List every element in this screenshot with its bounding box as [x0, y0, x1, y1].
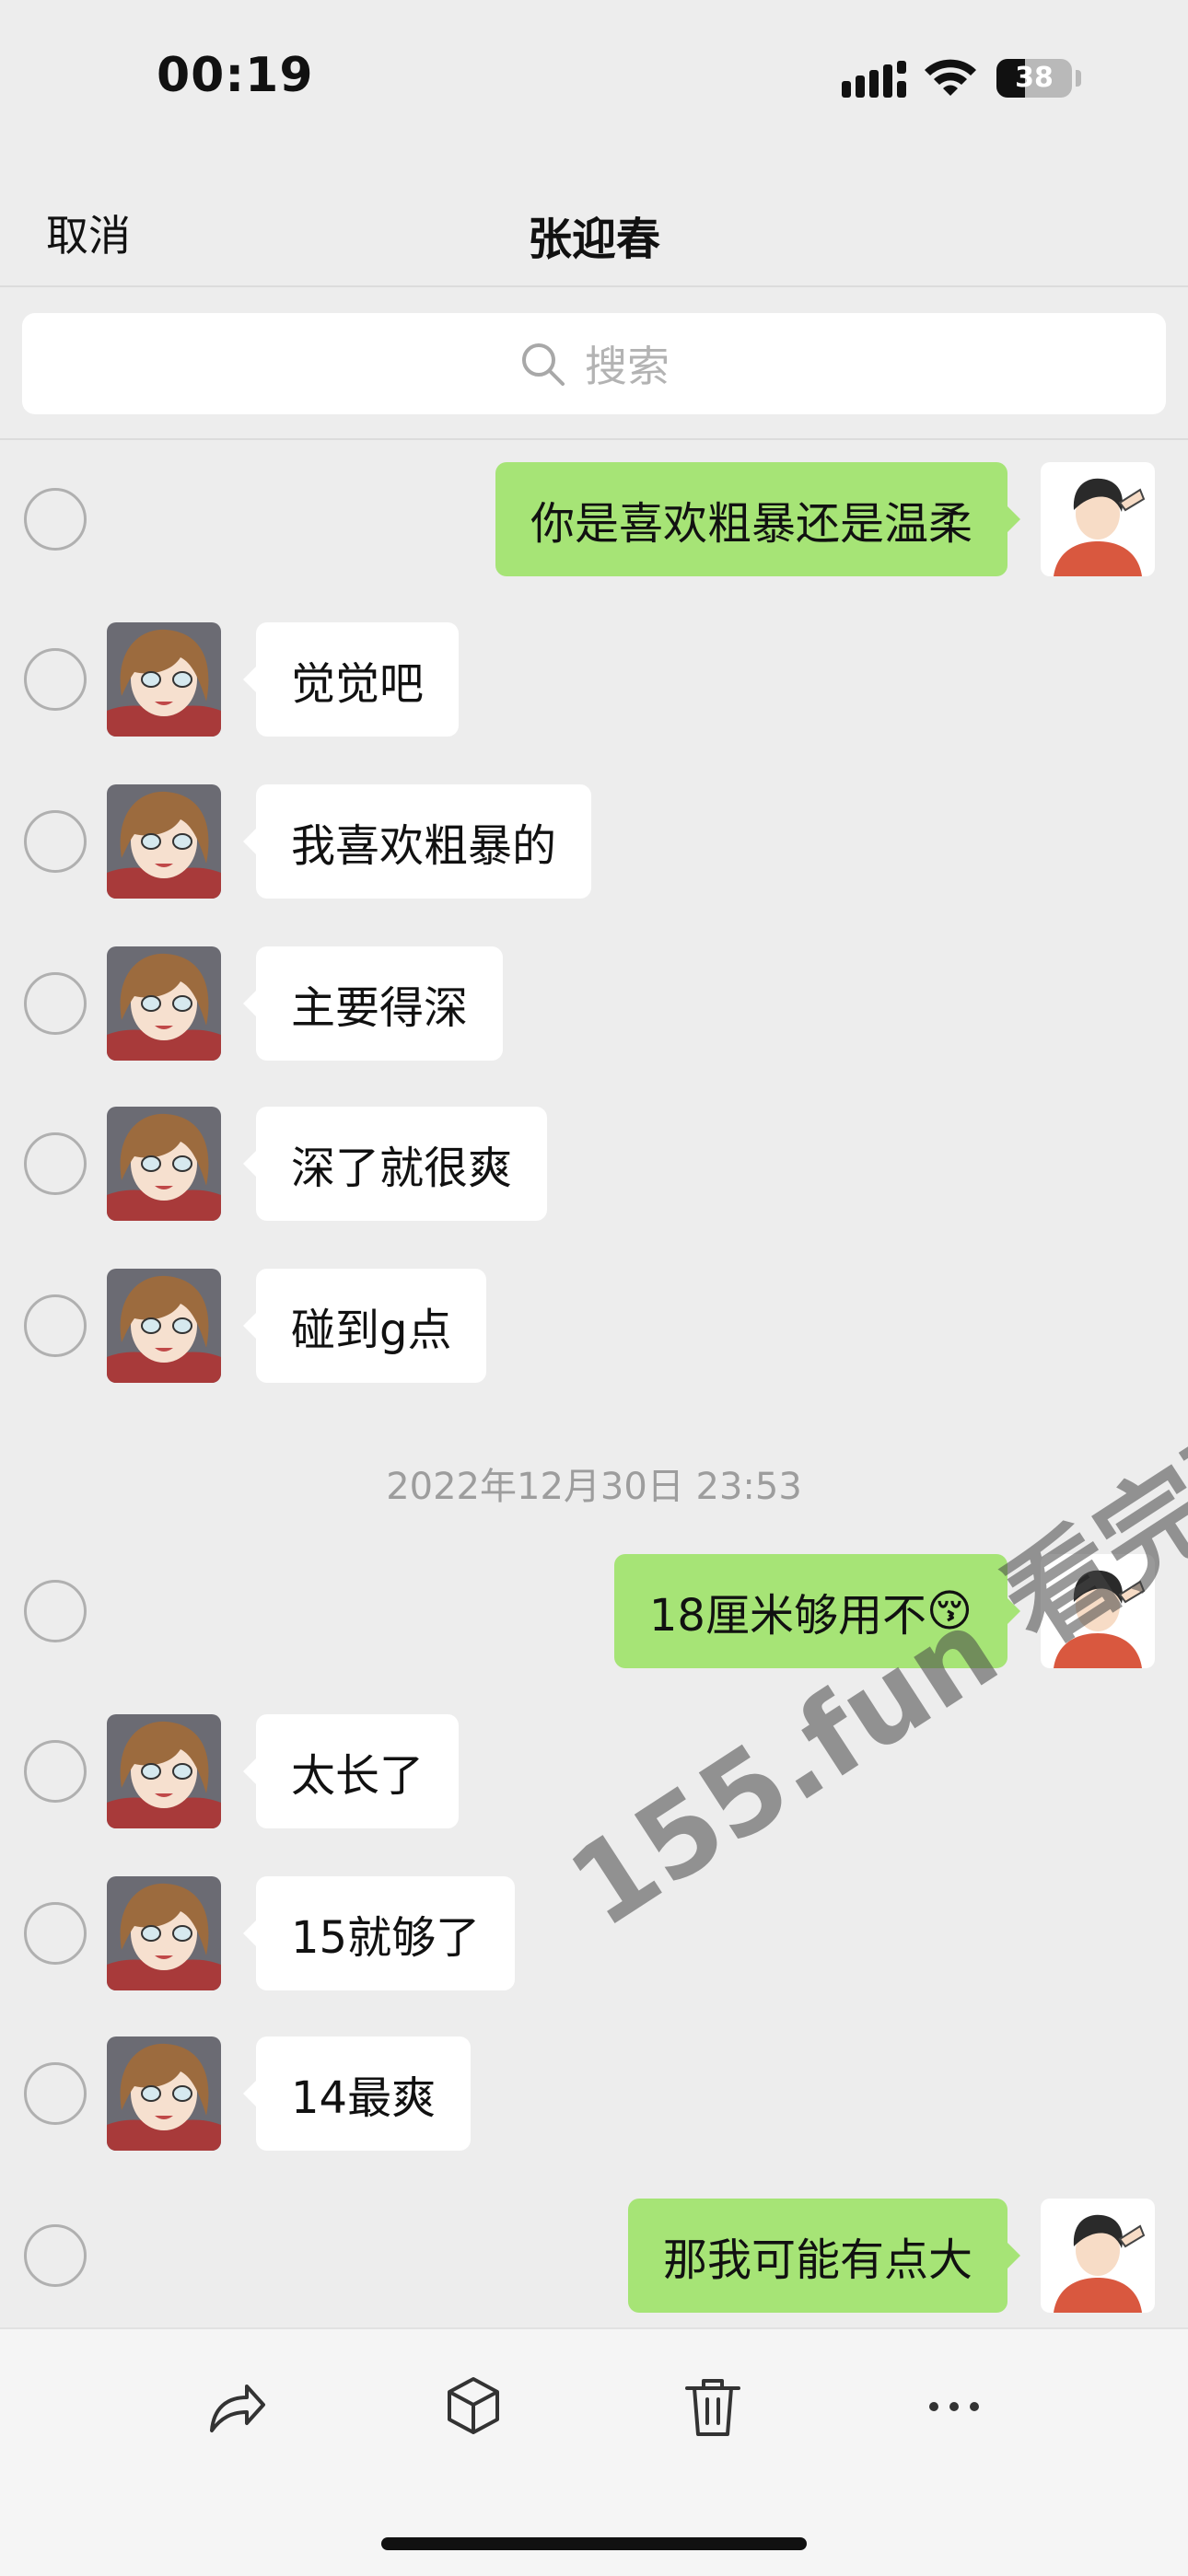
select-checkbox[interactable] — [24, 1580, 87, 1642]
search-icon — [522, 343, 565, 386]
contact-avatar[interactable] — [107, 1269, 221, 1383]
message-text: 太长了 — [291, 1750, 425, 1802]
message-text: 碰到g点 — [291, 1305, 452, 1356]
message-text: 主要得深 — [291, 982, 469, 1034]
search-placeholder: 搜索 — [585, 342, 670, 391]
forward-icon[interactable] — [199, 2370, 273, 2443]
cellular-signal-icon — [842, 61, 906, 98]
message-text: 14最爽 — [291, 2072, 437, 2124]
wifi-icon — [925, 59, 976, 96]
incoming-message-bubble[interactable]: 15就够了 — [242, 1876, 516, 1990]
my-avatar[interactable] — [1041, 2199, 1155, 2313]
select-checkbox[interactable] — [24, 972, 87, 1035]
contact-avatar[interactable] — [107, 1107, 221, 1221]
page-title: 张迎春 — [527, 214, 660, 265]
outgoing-message-bubble[interactable]: 你是喜欢粗暴还是温柔 — [495, 462, 1021, 576]
header-divider — [0, 285, 1188, 287]
my-avatar[interactable] — [1041, 462, 1155, 576]
favorite-box-icon[interactable] — [437, 2370, 510, 2443]
search-input[interactable]: 搜索 — [22, 313, 1166, 414]
chat-header: 取消 张迎春 — [0, 184, 1188, 285]
contact-avatar[interactable] — [107, 622, 221, 737]
incoming-message-bubble[interactable]: 碰到g点 — [242, 1269, 487, 1383]
incoming-message-bubble[interactable]: 深了就很爽 — [242, 1107, 548, 1221]
battery-cap — [1076, 70, 1081, 87]
search-divider — [0, 438, 1188, 440]
select-checkbox[interactable] — [24, 1132, 87, 1195]
select-checkbox[interactable] — [24, 2062, 87, 2125]
delete-icon[interactable] — [676, 2370, 750, 2443]
incoming-message-bubble[interactable]: 主要得深 — [242, 946, 504, 1061]
incoming-message-bubble[interactable]: 我喜欢粗暴的 — [242, 784, 592, 899]
outgoing-message-bubble[interactable]: 那我可能有点大 — [627, 2199, 1021, 2313]
message-text: 你是喜欢粗暴还是温柔 — [530, 498, 973, 550]
message-text: 那我可能有点大 — [662, 2234, 973, 2286]
incoming-message-bubble[interactable]: 觉觉吧 — [242, 622, 460, 737]
select-checkbox[interactable] — [24, 1902, 87, 1965]
incoming-message-bubble[interactable]: 太长了 — [242, 1714, 460, 1828]
battery-percent: 38 — [1015, 62, 1054, 94]
select-checkbox[interactable] — [24, 810, 87, 873]
contact-avatar[interactable] — [107, 1876, 221, 1990]
select-checkbox[interactable] — [24, 1294, 87, 1357]
message-text: 我喜欢粗暴的 — [291, 820, 557, 872]
incoming-message-bubble[interactable]: 14最爽 — [242, 2036, 472, 2151]
select-checkbox[interactable] — [24, 1740, 87, 1803]
message-text: 15就够了 — [291, 1912, 481, 1964]
date-separator: 2022年12月30日 23:53 — [386, 1466, 802, 1508]
status-bar: 00:19 38 — [0, 0, 1188, 147]
select-checkbox[interactable] — [24, 648, 87, 711]
message-text: 深了就很爽 — [291, 1143, 513, 1194]
message-text: 觉觉吧 — [291, 658, 425, 710]
home-indicator[interactable] — [381, 2537, 807, 2550]
more-icon[interactable] — [917, 2370, 991, 2443]
select-checkbox[interactable] — [24, 488, 87, 551]
contact-avatar[interactable] — [107, 784, 221, 899]
status-time: 00:19 — [157, 48, 314, 103]
contact-avatar[interactable] — [107, 2036, 221, 2151]
select-checkbox[interactable] — [24, 2224, 87, 2287]
battery-icon: 38 — [996, 59, 1072, 98]
contact-avatar[interactable] — [107, 946, 221, 1061]
contact-avatar[interactable] — [107, 1714, 221, 1828]
